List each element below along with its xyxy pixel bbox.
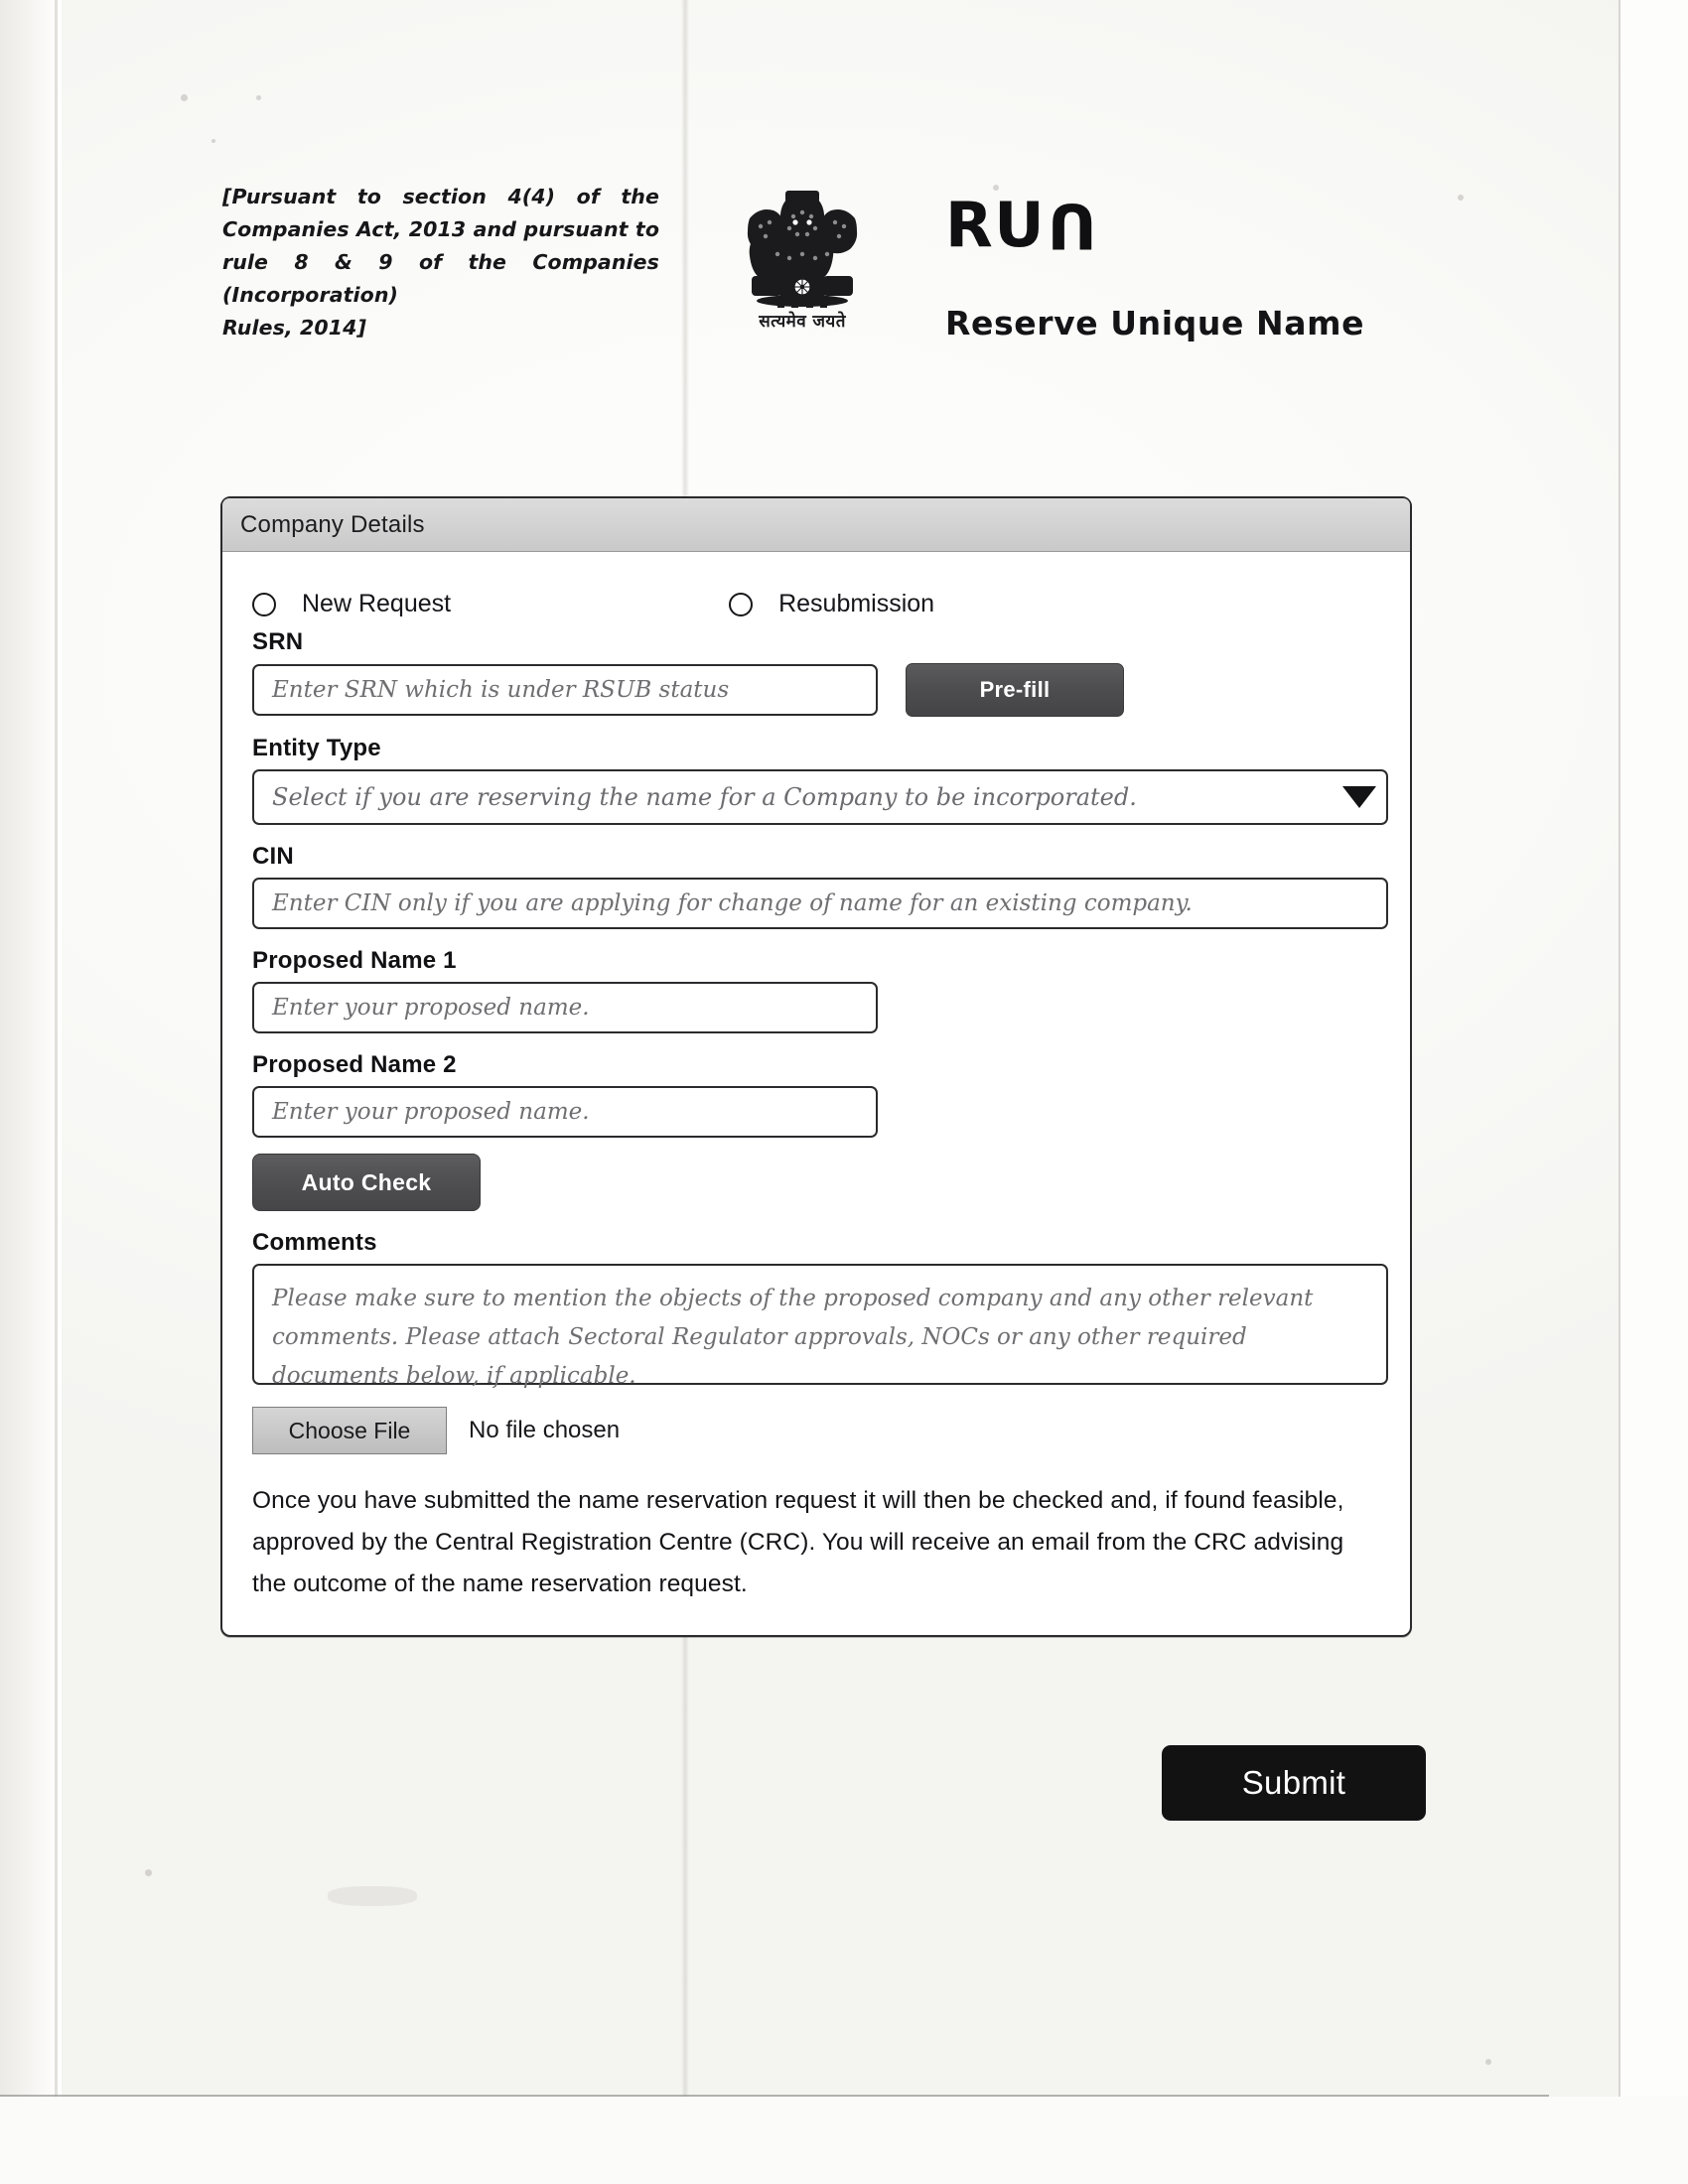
entity-type-select-wrap[interactable]: Select if you are reserving the name for… bbox=[252, 769, 1388, 825]
run-logo-r: R bbox=[945, 189, 995, 261]
document-header: [Pursuant to section 4(4) of the Compani… bbox=[0, 0, 1688, 427]
file-upload-row: Choose File No file chosen bbox=[252, 1407, 1384, 1454]
scanned-page: [Pursuant to section 4(4) of the Compani… bbox=[0, 0, 1688, 2184]
auto-check-button[interactable]: Auto Check bbox=[252, 1154, 481, 1211]
request-type-radio-group: New Request Resubmission bbox=[252, 590, 1384, 618]
run-logo-u: U bbox=[994, 189, 1047, 261]
pursuant-line-4: Rules, 2014] bbox=[222, 316, 366, 340]
srn-label: SRN bbox=[252, 628, 304, 655]
run-logo: RUU bbox=[945, 190, 1097, 262]
comments-label: Comments bbox=[252, 1229, 377, 1256]
file-upload-status: No file chosen bbox=[469, 1417, 621, 1443]
prefill-button[interactable]: Pre-fill bbox=[906, 663, 1124, 717]
radio-option-new-request[interactable]: New Request bbox=[252, 590, 451, 618]
submit-button[interactable]: Submit bbox=[1162, 1745, 1426, 1821]
proposed-name-2-input[interactable]: Enter your proposed name. bbox=[252, 1086, 878, 1138]
comments-textarea[interactable]: Please make sure to mention the objects … bbox=[252, 1264, 1388, 1389]
state-emblem-icon bbox=[747, 191, 858, 308]
card-header: Company Details bbox=[222, 498, 1410, 552]
proposed-name-1-label: Proposed Name 1 bbox=[252, 947, 457, 974]
proposed-name-1-input[interactable]: Enter your proposed name. bbox=[252, 982, 878, 1033]
srn-input[interactable]: Enter SRN which is under RSUB status bbox=[252, 664, 878, 716]
pursuant-line-3: 8 & 9 of the Companies (Incorporation) bbox=[222, 250, 659, 307]
radio-icon-resubmission[interactable] bbox=[729, 592, 754, 616]
state-emblem-of-india: सत्यमेव जयते bbox=[713, 177, 892, 355]
srn-row: Enter SRN which is under RSUB status Pre… bbox=[252, 663, 1384, 717]
run-subtitle: Reserve Unique Name bbox=[945, 304, 1365, 342]
radio-label-new-request: New Request bbox=[302, 590, 452, 617]
scan-speck bbox=[1485, 2059, 1491, 2065]
page-bottom-margin bbox=[0, 2097, 1688, 2184]
emblem-motto: सत्यमेव जयते bbox=[759, 312, 846, 332]
page-bottom-edge bbox=[0, 2095, 1549, 2097]
cin-input[interactable]: Enter CIN only if you are applying for c… bbox=[252, 878, 1388, 929]
entity-type-select[interactable]: Select if you are reserving the name for… bbox=[252, 769, 1388, 825]
card-header-title: Company Details bbox=[240, 510, 425, 538]
entity-type-label: Entity Type bbox=[252, 735, 381, 761]
company-details-card: Company Details New Request Resubmission… bbox=[220, 496, 1412, 1637]
pursuant-note: [Pursuant to section 4(4) of the Compani… bbox=[222, 181, 659, 344]
cin-label: CIN bbox=[252, 843, 294, 870]
radio-icon-new-request[interactable] bbox=[252, 592, 276, 616]
radio-option-resubmission[interactable]: Resubmission bbox=[729, 590, 934, 618]
pursuant-line-1: [Pursuant to section 4(4) of the bbox=[222, 185, 659, 208]
choose-file-button[interactable]: Choose File bbox=[252, 1407, 447, 1454]
radio-label-resubmission: Resubmission bbox=[778, 590, 935, 617]
scan-smudge bbox=[328, 1886, 417, 1906]
info-paragraph: Once you have submitted the name reserva… bbox=[252, 1487, 1344, 1597]
scan-speck bbox=[145, 1869, 152, 1876]
card-body: New Request Resubmission SRN Enter SRN w… bbox=[222, 552, 1410, 1635]
chevron-down-icon[interactable] bbox=[1342, 786, 1376, 808]
run-logo-n: U bbox=[1046, 190, 1097, 262]
proposed-name-2-label: Proposed Name 2 bbox=[252, 1051, 457, 1078]
